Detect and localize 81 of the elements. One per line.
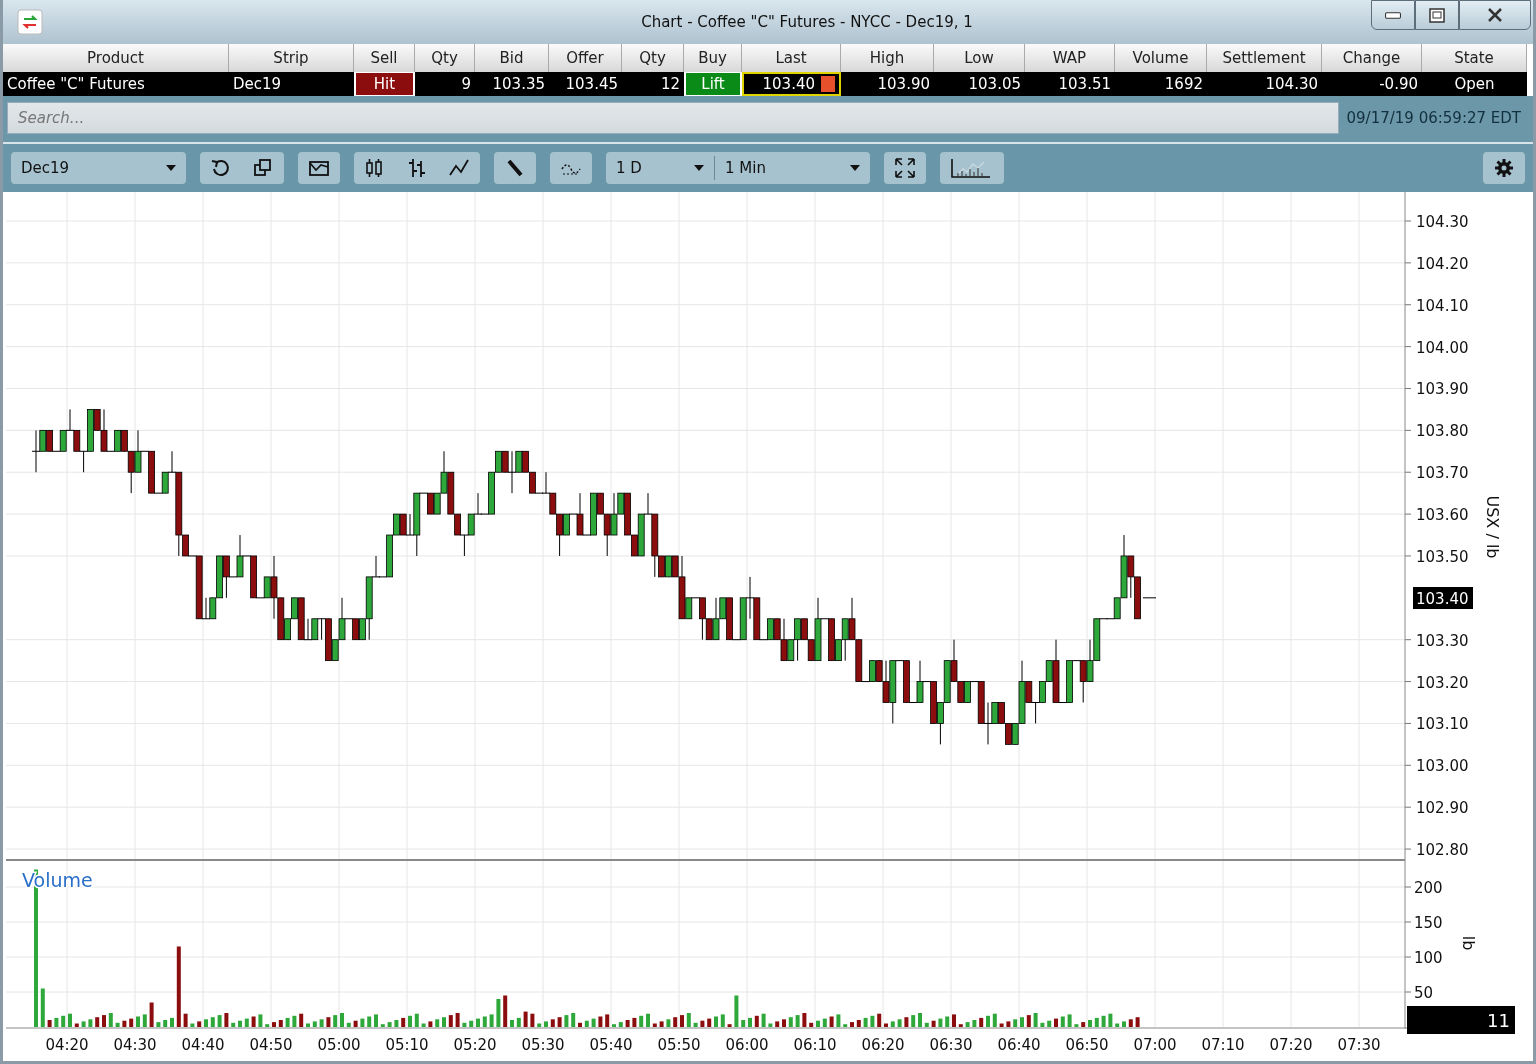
table-cell-text: 103.40 [762, 73, 815, 95]
table-cell: Dec19 [229, 72, 354, 96]
axis-label: 05:00 [317, 1036, 361, 1054]
table-cell: 103.90 [841, 72, 934, 96]
axis-label: 100 [1414, 949, 1443, 967]
last-volume-label: 11 [1407, 1006, 1515, 1034]
lift-button[interactable]: Lift [686, 73, 740, 95]
axis-label: 104.00 [1416, 338, 1469, 357]
table-cell: 103.05 [934, 72, 1025, 96]
axis-label: 103.30 [1416, 631, 1469, 650]
table-cell: 103.51 [1025, 72, 1115, 96]
dropdown[interactable]: 1 Min [715, 152, 870, 184]
column-header: State [1422, 44, 1527, 72]
column-header: Offer [549, 44, 622, 72]
axis-label: 103.80 [1416, 422, 1469, 441]
axis-label: 06:00 [725, 1036, 769, 1054]
hit-button[interactable]: Hit [356, 73, 413, 95]
column-header: Bid [475, 44, 549, 72]
axis-label: 05:20 [453, 1036, 497, 1054]
axis-label: 06:20 [861, 1036, 905, 1054]
dropdown[interactable]: Dec19 [11, 152, 186, 184]
axis-unit: USX / lb [1483, 495, 1502, 559]
axis-label: 06:30 [929, 1036, 973, 1054]
axis-label: 07:10 [1201, 1036, 1245, 1054]
column-header: Volume [1115, 44, 1207, 72]
table-cell: -0.90 [1322, 72, 1422, 96]
axis-label: 103.20 [1416, 673, 1469, 692]
axis-label: 103.50 [1416, 547, 1469, 566]
axis-label: 104.30 [1416, 213, 1469, 231]
table-cell: 104.30 [1207, 72, 1322, 96]
axis-label: 05:40 [589, 1036, 633, 1054]
table-cell: 12 [622, 72, 684, 96]
axis-label: 06:50 [1065, 1036, 1109, 1054]
axis-label: 05:10 [385, 1036, 429, 1054]
table-cell: 103.35 [475, 72, 549, 96]
axis-label: 04:40 [181, 1036, 225, 1054]
axis-label: 50 [1414, 984, 1434, 1002]
dropdown[interactable]: 1 D [606, 152, 714, 184]
axis-label: 103.60 [1416, 506, 1469, 525]
axis-label: 104.20 [1416, 254, 1469, 273]
column-header: Strip [229, 44, 354, 72]
axis-label: 200 [1414, 879, 1443, 897]
column-header: Buy [684, 44, 742, 72]
axis-label: 103.00 [1416, 757, 1469, 776]
axis-label: 103.10 [1416, 715, 1469, 734]
window-title: Chart - Coffee "C" Futures - NYCC - Dec19, 1 [640, 11, 974, 33]
axis-unit: lb [1459, 935, 1478, 951]
column-header: Last [742, 44, 841, 72]
column-header: Sell [354, 44, 415, 72]
axis-label: 150 [1414, 914, 1443, 932]
axis-label: 05:50 [657, 1036, 701, 1054]
axis-label: 04:30 [113, 1036, 157, 1054]
column-header: Change [1322, 44, 1422, 72]
axis-label: 103.90 [1416, 380, 1469, 399]
last-price-label: 103.40 [1413, 587, 1473, 609]
axis-label: 05:30 [521, 1036, 565, 1054]
column-header: High [841, 44, 934, 72]
table-cell: 103.45 [549, 72, 622, 96]
axis-label: 103.70 [1416, 464, 1469, 483]
table-cell: 9 [415, 72, 475, 96]
axis-label: 102.90 [1416, 799, 1469, 818]
axis-label: 07:30 [1337, 1036, 1381, 1054]
search-field[interactable]: Search... [7, 102, 1339, 134]
column-header: Qty [415, 44, 475, 72]
table-cell: Open [1422, 72, 1527, 96]
timestamp: 09/17/19 06:59:27 EDT [1346, 107, 1522, 129]
column-header: Settlement [1207, 44, 1322, 72]
column-header: Product [3, 44, 229, 72]
axis-label: 07:00 [1133, 1036, 1177, 1054]
axis-label: 07:20 [1269, 1036, 1313, 1054]
axis-label: 104.10 [1416, 296, 1469, 315]
table-cell: Coffee "C" Futures [3, 72, 229, 96]
axis-label: 06:40 [997, 1036, 1041, 1054]
column-header: Low [934, 44, 1025, 72]
axis-label: 04:20 [45, 1036, 89, 1054]
column-header: WAP [1025, 44, 1115, 72]
axis-label: 04:50 [249, 1036, 293, 1054]
axis-label: 102.80 [1416, 841, 1469, 860]
table-cell: 1692 [1115, 72, 1207, 96]
axis-label: 06:10 [793, 1036, 837, 1054]
column-header: Qty [622, 44, 684, 72]
